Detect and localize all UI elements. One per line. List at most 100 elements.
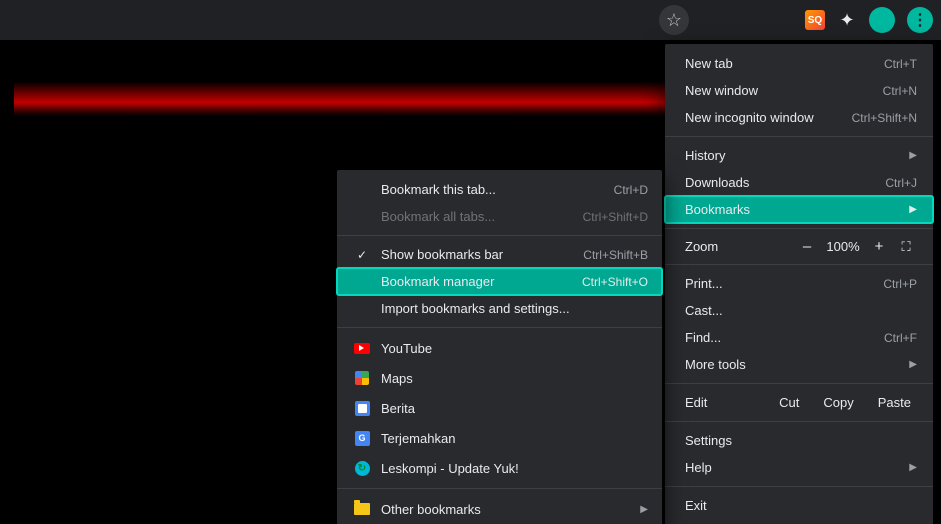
menu-more-tools[interactable]: More tools ▶ [665, 351, 933, 378]
menu-find[interactable]: Find... Ctrl+F [665, 324, 933, 351]
menu-separator [665, 383, 933, 384]
menu-print[interactable]: Print... Ctrl+P [665, 270, 933, 297]
menu-settings[interactable]: Settings [665, 427, 933, 454]
menu-label: Downloads [685, 175, 885, 190]
bookmark-label: Berita [381, 401, 648, 416]
bookmark-item[interactable]: Maps [337, 363, 662, 393]
zoom-in-button[interactable]: + [865, 238, 893, 255]
translate-icon: G [353, 429, 371, 447]
submenu-shortcut: Ctrl+Shift+O [582, 275, 648, 289]
submenu-other-bookmarks[interactable]: Other bookmarks ▶ [337, 494, 662, 524]
more-menu-button[interactable]: ⋮ [907, 7, 933, 33]
submenu-label: Bookmark manager [381, 274, 572, 289]
menu-separator [665, 421, 933, 422]
folder-icon [353, 500, 371, 518]
submenu-show-bar[interactable]: ✓ Show bookmarks bar Ctrl+Shift+B [337, 241, 662, 268]
submenu-bookmark-all: Bookmark all tabs... Ctrl+Shift+D [337, 203, 662, 230]
bookmarks-submenu: Bookmark this tab... Ctrl+D Bookmark all… [337, 170, 662, 524]
submenu-bookmark-manager[interactable]: Bookmark manager Ctrl+Shift+O [337, 268, 662, 295]
menu-new-tab[interactable]: New tab Ctrl+T [665, 50, 933, 77]
menu-label: More tools [685, 357, 901, 372]
submenu-label: Bookmark this tab... [381, 182, 604, 197]
fullscreen-button[interactable]: ⛶ [893, 239, 919, 255]
menu-separator [337, 327, 662, 328]
bookmark-item[interactable]: YouTube [337, 333, 662, 363]
menu-label: Bookmarks [685, 202, 901, 217]
edit-cut-button[interactable]: Cut [767, 395, 811, 410]
chevron-right-icon: ▶ [909, 462, 917, 473]
extensions-button[interactable]: ✦ [837, 10, 857, 30]
menu-separator [665, 264, 933, 265]
menu-help[interactable]: Help ▶ [665, 454, 933, 481]
maps-icon [353, 369, 371, 387]
submenu-label: Bookmark all tabs... [381, 209, 573, 224]
menu-label: Print... [685, 276, 883, 291]
bookmark-label: Maps [381, 371, 648, 386]
submenu-label: Import bookmarks and settings... [381, 301, 648, 316]
puzzle-icon: ✦ [839, 10, 854, 31]
star-outline-icon: ☆ [666, 10, 682, 31]
menu-shortcut: Ctrl+P [883, 277, 917, 291]
menu-shortcut: Ctrl+J [885, 176, 917, 190]
menu-history[interactable]: History ▶ [665, 142, 933, 169]
main-menu: New tab Ctrl+T New window Ctrl+N New inc… [665, 44, 933, 524]
zoom-label: Zoom [685, 239, 793, 254]
menu-cast[interactable]: Cast... [665, 297, 933, 324]
menu-shortcut: Ctrl+Shift+N [852, 111, 917, 125]
menu-label: Settings [685, 433, 917, 448]
menu-incognito[interactable]: New incognito window Ctrl+Shift+N [665, 104, 933, 131]
menu-separator [665, 136, 933, 137]
submenu-bookmark-tab[interactable]: Bookmark this tab... Ctrl+D [337, 176, 662, 203]
bookmark-item[interactable]: G Terjemahkan [337, 423, 662, 453]
sq-extension-button[interactable]: SQ [805, 10, 825, 30]
menu-label: New incognito window [685, 110, 852, 125]
leskompi-icon: ↻ [353, 459, 371, 477]
zoom-value: 100% [821, 239, 865, 254]
bookmark-label: YouTube [381, 341, 648, 356]
menu-separator [665, 228, 933, 229]
submenu-label: Show bookmarks bar [381, 247, 573, 262]
menu-new-window[interactable]: New window Ctrl+N [665, 77, 933, 104]
bookmark-label: Terjemahkan [381, 431, 648, 446]
sq-extension-icon: SQ [805, 10, 825, 30]
bookmark-item[interactable]: ↻ Leskompi - Update Yuk! [337, 453, 662, 483]
vertical-dots-icon: ⋮ [912, 10, 928, 30]
menu-bookmarks[interactable]: Bookmarks ▶ [665, 196, 933, 223]
profile-avatar-button[interactable] [869, 7, 895, 33]
bookmark-label: Leskompi - Update Yuk! [381, 461, 648, 476]
chevron-right-icon: ▶ [909, 359, 917, 370]
zoom-out-button[interactable]: – [793, 238, 821, 255]
menu-shortcut: Ctrl+F [884, 331, 917, 345]
menu-separator [337, 235, 662, 236]
menu-shortcut: Ctrl+T [884, 57, 917, 71]
submenu-shortcut: Ctrl+D [614, 183, 648, 197]
browser-toolbar: ☆ SQ ✦ ⋮ [0, 0, 941, 40]
menu-label: History [685, 148, 901, 163]
check-icon: ✓ [353, 248, 371, 262]
menu-label: Help [685, 460, 901, 475]
submenu-shortcut: Ctrl+Shift+B [583, 248, 648, 262]
menu-label: New tab [685, 56, 884, 71]
menu-label: New window [685, 83, 883, 98]
menu-label: Find... [685, 330, 884, 345]
bookmark-star-button[interactable]: ☆ [659, 5, 689, 35]
edit-paste-button[interactable]: Paste [866, 395, 923, 410]
submenu-shortcut: Ctrl+Shift+D [583, 210, 648, 224]
menu-shortcut: Ctrl+N [883, 84, 917, 98]
menu-separator [665, 486, 933, 487]
menu-label: Exit [685, 498, 917, 513]
youtube-icon [353, 339, 371, 357]
bookmark-item[interactable]: Berita [337, 393, 662, 423]
chevron-right-icon: ▶ [909, 204, 917, 215]
menu-separator [337, 488, 662, 489]
submenu-label: Other bookmarks [381, 502, 630, 517]
chevron-right-icon: ▶ [909, 150, 917, 161]
edit-copy-button[interactable]: Copy [811, 395, 865, 410]
menu-zoom-row: Zoom – 100% + ⛶ [665, 234, 933, 259]
news-icon [353, 399, 371, 417]
menu-exit[interactable]: Exit [665, 492, 933, 519]
chevron-right-icon: ▶ [640, 504, 648, 515]
menu-downloads[interactable]: Downloads Ctrl+J [665, 169, 933, 196]
submenu-import[interactable]: Import bookmarks and settings... [337, 295, 662, 322]
menu-label: Cast... [685, 303, 917, 318]
